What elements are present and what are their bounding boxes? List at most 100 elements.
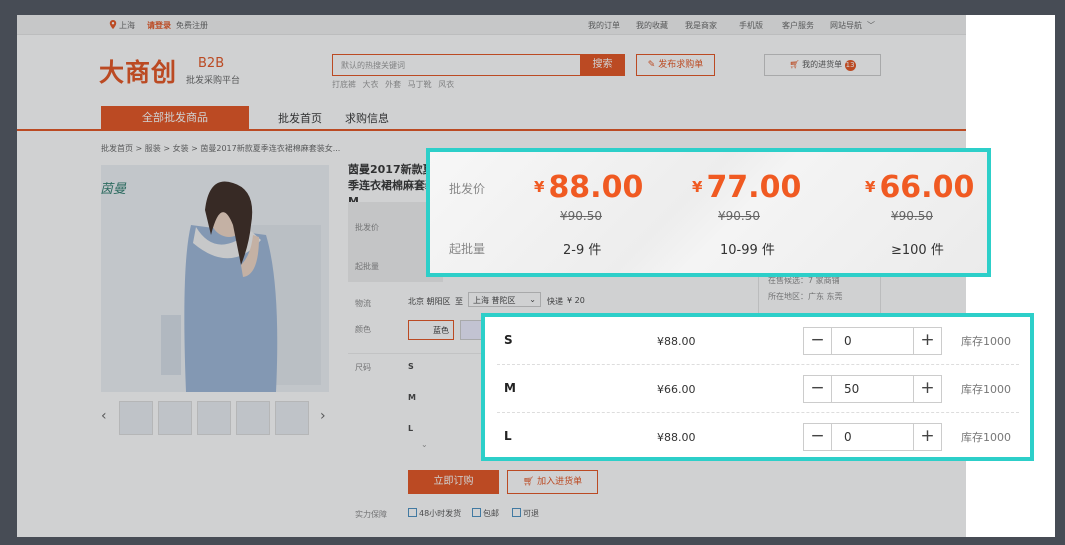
size-row: L ¥88.00 − 0 + 库存1000 bbox=[497, 413, 1019, 457]
chevron-down-icon: ⌄ bbox=[529, 295, 536, 304]
color-option[interactable] bbox=[460, 320, 482, 340]
thumbnail[interactable] bbox=[119, 401, 153, 435]
size-quantity-callout: S ¥88.00 − 0 + 库存1000 M ¥66.00 − 50 + 库存… bbox=[481, 313, 1034, 461]
nav-underline bbox=[17, 129, 966, 131]
size-name: M bbox=[504, 381, 516, 395]
cart-icon: 🛒︎ bbox=[789, 60, 800, 69]
size-price: ¥88.00 bbox=[657, 431, 696, 444]
nav-wholesale-home[interactable]: 批发首页 bbox=[278, 110, 322, 126]
publish-request-button[interactable]: ✎ 发布求购单 bbox=[636, 54, 715, 76]
add-to-cart-button[interactable]: 🛒︎ 加入进货单 bbox=[507, 470, 598, 494]
guarantee-text: 48小时发货 bbox=[419, 509, 462, 518]
edit-icon: ✎ bbox=[647, 60, 656, 70]
location-pin-icon bbox=[109, 20, 117, 31]
size-name: S bbox=[504, 333, 513, 347]
all-categories-button[interactable]: 全部批发商品 bbox=[101, 106, 249, 130]
login-link[interactable]: 请登录 bbox=[147, 20, 171, 31]
cart-count-badge: 13 bbox=[844, 60, 856, 71]
thumbnail[interactable] bbox=[236, 401, 270, 435]
minus-button[interactable]: − bbox=[804, 328, 832, 354]
merchant-link[interactable]: 我是商家 bbox=[685, 20, 717, 31]
tier-price: ¥77.00 bbox=[692, 170, 801, 205]
stock-text: 库存1000 bbox=[961, 431, 1011, 444]
expand-chevron-icon[interactable]: ⌄ bbox=[421, 440, 428, 449]
stock-text: 库存1000 bbox=[961, 383, 1011, 396]
hot-words: 打底裤 大衣 外套 马丁靴 风衣 bbox=[332, 79, 458, 90]
currency-symbol: ¥ bbox=[865, 178, 876, 196]
tier-price-value: 88.00 bbox=[548, 170, 644, 205]
hot-word[interactable]: 大衣 bbox=[363, 80, 379, 89]
guarantee-text: 可退 bbox=[523, 509, 539, 518]
chevron-right-icon[interactable]: › bbox=[320, 408, 326, 424]
seller-line: 所在地区：广东 东莞 bbox=[768, 292, 843, 301]
color-option-blue[interactable]: 蓝色 bbox=[408, 320, 454, 340]
size-row: M ¥66.00 − 50 + 库存1000 bbox=[497, 365, 1019, 413]
brand-logo: 茵曼 bbox=[100, 182, 127, 197]
hot-word[interactable]: 风衣 bbox=[438, 80, 454, 89]
nav-purchase-info[interactable]: 求购信息 bbox=[345, 110, 389, 126]
thumbnail[interactable] bbox=[158, 401, 192, 435]
guarantee-free-ship: 包邮 bbox=[472, 508, 499, 519]
add-cart-label: 加入进货单 bbox=[537, 477, 583, 487]
location-text[interactable]: 上海 bbox=[119, 20, 135, 31]
size-s-behind: S bbox=[408, 362, 414, 371]
size-row: S ¥88.00 − 0 + 库存1000 bbox=[497, 317, 1019, 365]
guarantee-48h: 48小时发货 bbox=[408, 508, 461, 519]
tier-price-value: 77.00 bbox=[706, 170, 802, 205]
logo-subtitle: 批发采购平台 bbox=[186, 76, 241, 86]
product-main-image[interactable] bbox=[101, 165, 329, 392]
express-label: 快递 bbox=[547, 297, 563, 306]
clock-icon bbox=[408, 508, 417, 517]
my-orders-link[interactable]: 我的订单 bbox=[588, 20, 620, 31]
quantity-input[interactable]: 0 bbox=[844, 334, 852, 348]
hot-word[interactable]: 马丁靴 bbox=[408, 80, 432, 89]
tier-qty: ≥100 件 bbox=[891, 243, 944, 258]
minus-button[interactable]: − bbox=[804, 424, 832, 450]
plus-button[interactable]: + bbox=[913, 424, 941, 450]
hot-word[interactable]: 打底裤 bbox=[332, 80, 356, 89]
plus-button[interactable]: + bbox=[913, 328, 941, 354]
tier-old-price: ¥90.50 bbox=[560, 209, 602, 223]
cart-button[interactable]: 🛒︎ 我的进货单 13 bbox=[764, 54, 881, 76]
quantity-input[interactable]: 50 bbox=[844, 382, 859, 396]
minus-button[interactable]: − bbox=[804, 376, 832, 402]
color-name: 蓝色 bbox=[433, 326, 449, 335]
tier-moq-label: 起批量 bbox=[449, 242, 486, 256]
tier-old-price: ¥90.50 bbox=[891, 209, 933, 223]
top-bar: 上海 请登录 免费注册 我的订单 我的收藏 我是商家 手机版 客户服务 网站导航… bbox=[17, 15, 966, 35]
size-label: 尺码 bbox=[355, 363, 371, 372]
guarantee-text: 包邮 bbox=[483, 509, 499, 518]
size-m-behind: M bbox=[408, 393, 416, 402]
hot-word[interactable]: 外套 bbox=[385, 80, 401, 89]
thumbnail[interactable] bbox=[197, 401, 231, 435]
thumbnail[interactable] bbox=[275, 401, 309, 435]
search-input[interactable]: 默认的热搜关键词 bbox=[332, 54, 581, 76]
ship-from: 北京 朝阳区 bbox=[408, 297, 451, 306]
truck-icon bbox=[472, 508, 481, 517]
ship-to-value: 上海 普陀区 bbox=[473, 296, 516, 305]
moq-label: 起批量 bbox=[355, 262, 379, 271]
return-icon bbox=[512, 508, 521, 517]
customer-service-link[interactable]: 客户服务 bbox=[782, 20, 814, 31]
chevron-left-icon[interactable]: ‹ bbox=[101, 408, 107, 424]
ship-to-label: 至 bbox=[455, 297, 463, 306]
cart-icon: 🛒︎ bbox=[522, 477, 535, 487]
site-nav-link[interactable]: 网站导航 bbox=[830, 20, 862, 31]
register-link[interactable]: 免费注册 bbox=[176, 20, 208, 31]
my-favorites-link[interactable]: 我的收藏 bbox=[636, 20, 668, 31]
stock-text: 库存1000 bbox=[961, 335, 1011, 348]
size-price: ¥66.00 bbox=[657, 383, 696, 396]
color-label: 颜色 bbox=[355, 325, 371, 334]
quantity-input[interactable]: 0 bbox=[844, 430, 852, 444]
logistics-label: 物流 bbox=[355, 299, 371, 308]
search-button[interactable]: 搜索 bbox=[580, 54, 625, 76]
size-l-behind: L bbox=[408, 424, 414, 433]
tier-qty: 2-9 件 bbox=[563, 243, 602, 258]
ship-to-select[interactable]: 上海 普陀区 ⌄ bbox=[468, 292, 541, 307]
mobile-link[interactable]: 手机版 bbox=[739, 20, 763, 31]
breadcrumb: 批发首页 > 服装 > 女装 > 茵曼2017新款夏季连衣裙棉麻套装女... bbox=[101, 144, 341, 153]
size-price: ¥88.00 bbox=[657, 335, 696, 348]
plus-button[interactable]: + bbox=[913, 376, 941, 402]
order-now-button[interactable]: 立即订购 bbox=[408, 470, 499, 494]
site-logo[interactable]: 大商创 bbox=[99, 53, 177, 89]
